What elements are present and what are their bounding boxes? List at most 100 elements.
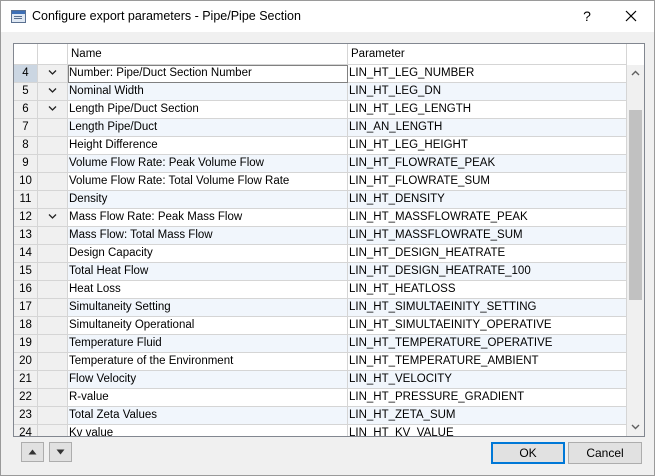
row-number[interactable]: 24	[14, 425, 38, 436]
row-name-cell[interactable]: Height Difference	[68, 137, 348, 155]
cancel-button[interactable]: Cancel	[568, 442, 642, 464]
table-row[interactable]: 17 Simultaneity Setting LIN_HT_SIMULTAEINI…	[14, 299, 627, 317]
row-parameter-cell[interactable]: LIN_HT_TEMPERATURE_OPERATIVE	[348, 335, 627, 353]
row-checkbox[interactable]	[38, 407, 68, 425]
row-name-cell[interactable]: Simultaneity Operational	[68, 317, 348, 335]
scroll-down-button[interactable]	[627, 419, 644, 436]
row-name-cell[interactable]: Kv value	[68, 425, 348, 436]
table-row[interactable]: 24 Kv value LIN_HT_KV_VALUE	[14, 425, 627, 436]
header-name[interactable]: Name	[68, 44, 348, 64]
row-parameter-cell[interactable]: LIN_HT_MASSFLOWRATE_SUM	[348, 227, 627, 245]
row-parameter-cell[interactable]: LIN_HT_KV_VALUE	[348, 425, 627, 436]
row-parameter-cell[interactable]: LIN_HT_ZETA_SUM	[348, 407, 627, 425]
row-name-cell[interactable]: Heat Loss	[68, 281, 348, 299]
table-row[interactable]: 23 Total Zeta Values LIN_HT_ZETA_SUM	[14, 407, 627, 425]
table-row[interactable]: 15 Total Heat Flow LIN_HT_DESIGN_HEATRATE_…	[14, 263, 627, 281]
row-number[interactable]: 4	[14, 65, 38, 83]
table-row[interactable]: 9 Volume Flow Rate: Peak Volume Flow LIN_H…	[14, 155, 627, 173]
help-button[interactable]: ?	[572, 3, 602, 29]
row-number[interactable]: 20	[14, 353, 38, 371]
row-checkbox[interactable]	[38, 281, 68, 299]
row-parameter-cell[interactable]: LIN_HT_SIMULTAEINITY_OPERATIVE	[348, 317, 627, 335]
row-number[interactable]: 5	[14, 83, 38, 101]
row-parameter-cell[interactable]: LIN_HT_FLOWRATE_PEAK	[348, 155, 627, 173]
row-name-cell[interactable]: Length Pipe/Duct	[68, 119, 348, 137]
row-parameter-cell[interactable]: LIN_HT_DENSITY	[348, 191, 627, 209]
row-number[interactable]: 12	[14, 209, 38, 227]
row-name-cell[interactable]: Mass Flow: Total Mass Flow	[68, 227, 348, 245]
row-number[interactable]: 13	[14, 227, 38, 245]
row-checkbox[interactable]	[38, 389, 68, 407]
row-parameter-cell[interactable]: LIN_HT_SIMULTAEINITY_SETTING	[348, 299, 627, 317]
row-parameter-cell[interactable]: LIN_AN_LENGTH	[348, 119, 627, 137]
table-row[interactable]: 19 Temperature Fluid LIN_HT_TEMPERATURE_OP…	[14, 335, 627, 353]
row-parameter-cell[interactable]: LIN_HT_HEATLOSS	[348, 281, 627, 299]
table-row[interactable]: 7 Length Pipe/Duct LIN_AN_LENGTH	[14, 119, 627, 137]
row-checkbox[interactable]	[38, 191, 68, 209]
row-checkbox[interactable]	[38, 227, 68, 245]
table-row[interactable]: 6 Length Pipe/Duct Section LIN_HT_LEG_LENG…	[14, 101, 627, 119]
row-number[interactable]: 11	[14, 191, 38, 209]
close-button[interactable]	[616, 3, 646, 29]
row-name-cell[interactable]: Nominal Width	[68, 83, 348, 101]
table-row[interactable]: 10 Volume Flow Rate: Total Volume Flow Ra…	[14, 173, 627, 191]
row-parameter-cell[interactable]: LIN_HT_DESIGN_HEATRATE	[348, 245, 627, 263]
row-parameter-cell[interactable]: LIN_HT_VELOCITY	[348, 371, 627, 389]
row-number[interactable]: 16	[14, 281, 38, 299]
row-name-cell[interactable]: Design Capacity	[68, 245, 348, 263]
row-parameter-cell[interactable]: LIN_HT_LEG_DN	[348, 83, 627, 101]
table-row[interactable]: 4 Number: Pipe/Duct Section Number LIN_HT_…	[14, 65, 627, 83]
row-name-cell[interactable]: Density	[68, 191, 348, 209]
row-number[interactable]: 6	[14, 101, 38, 119]
row-name-cell[interactable]: Temperature Fluid	[68, 335, 348, 353]
row-name-cell[interactable]: Total Heat Flow	[68, 263, 348, 281]
row-number[interactable]: 7	[14, 119, 38, 137]
row-name-cell[interactable]: Mass Flow Rate: Peak Mass Flow	[68, 209, 348, 227]
row-name-cell[interactable]: Volume Flow Rate: Peak Volume Flow	[68, 155, 348, 173]
ok-button[interactable]: OK	[491, 442, 565, 464]
row-checkbox[interactable]	[38, 137, 68, 155]
row-checkbox[interactable]	[38, 353, 68, 371]
row-parameter-cell[interactable]: LIN_HT_LEG_NUMBER	[348, 65, 627, 83]
row-name-cell[interactable]: Length Pipe/Duct Section	[68, 101, 348, 119]
row-number[interactable]: 8	[14, 137, 38, 155]
move-down-button[interactable]	[49, 442, 72, 462]
table-row[interactable]: 13 Mass Flow: Total Mass Flow LIN_HT_MASSF…	[14, 227, 627, 245]
table-row[interactable]: 21 Flow Velocity LIN_HT_VELOCITY	[14, 371, 627, 389]
row-name-cell[interactable]: Temperature of the Environment	[68, 353, 348, 371]
row-parameter-cell[interactable]: LIN_HT_LEG_LENGTH	[348, 101, 627, 119]
row-checkbox[interactable]	[38, 425, 68, 436]
row-checkbox[interactable]	[38, 335, 68, 353]
vertical-scrollbar[interactable]	[627, 65, 644, 436]
table-row[interactable]: 12 Mass Flow Rate: Peak Mass Flow LIN_HT_M…	[14, 209, 627, 227]
row-number[interactable]: 15	[14, 263, 38, 281]
table-row[interactable]: 22 R-value LIN_HT_PRESSURE_GRADIENT	[14, 389, 627, 407]
row-parameter-cell[interactable]: LIN_HT_PRESSURE_GRADIENT	[348, 389, 627, 407]
row-name-cell[interactable]: Simultaneity Setting	[68, 299, 348, 317]
row-checkbox[interactable]	[38, 299, 68, 317]
row-parameter-cell[interactable]: LIN_HT_FLOWRATE_SUM	[348, 173, 627, 191]
scroll-up-button[interactable]	[627, 65, 644, 82]
row-parameter-cell[interactable]: LIN_HT_LEG_HEIGHT	[348, 137, 627, 155]
row-checkbox[interactable]	[38, 101, 68, 119]
row-number[interactable]: 19	[14, 335, 38, 353]
row-checkbox[interactable]	[38, 263, 68, 281]
row-checkbox[interactable]	[38, 173, 68, 191]
row-number[interactable]: 17	[14, 299, 38, 317]
table-row[interactable]: 5 Nominal Width LIN_HT_LEG_DN	[14, 83, 627, 101]
row-parameter-cell[interactable]: LIN_HT_DESIGN_HEATRATE_100	[348, 263, 627, 281]
header-parameter[interactable]: Parameter	[348, 44, 627, 64]
row-parameter-cell[interactable]: LIN_HT_MASSFLOWRATE_PEAK	[348, 209, 627, 227]
row-checkbox[interactable]	[38, 209, 68, 227]
row-name-cell[interactable]: Total Zeta Values	[68, 407, 348, 425]
row-name-cell[interactable]: Number: Pipe/Duct Section Number	[68, 65, 348, 83]
table-row[interactable]: 11 Density LIN_HT_DENSITY	[14, 191, 627, 209]
row-number[interactable]: 21	[14, 371, 38, 389]
row-checkbox[interactable]	[38, 65, 68, 83]
row-number[interactable]: 10	[14, 173, 38, 191]
table-row[interactable]: 18 Simultaneity Operational LIN_HT_SIMULTA…	[14, 317, 627, 335]
row-checkbox[interactable]	[38, 119, 68, 137]
row-name-cell[interactable]: R-value	[68, 389, 348, 407]
row-number[interactable]: 23	[14, 407, 38, 425]
scrollbar-thumb[interactable]	[629, 110, 642, 300]
